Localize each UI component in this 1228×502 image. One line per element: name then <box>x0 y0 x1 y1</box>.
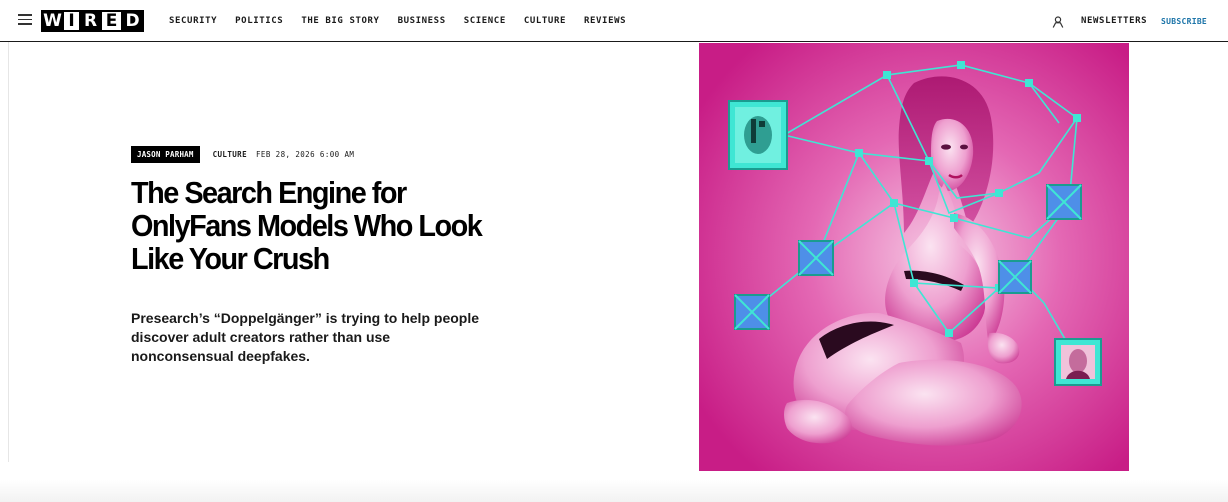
nav-item-science[interactable]: SCIENCE <box>464 16 506 26</box>
portrait-tile-top-left <box>728 100 788 170</box>
publish-date: FEB 28, 2026 6:00 AM <box>256 150 355 159</box>
nav-item-culture[interactable]: CULTURE <box>524 16 566 26</box>
section-rubric[interactable]: CULTURE <box>213 150 247 159</box>
logo-letter: R <box>79 10 102 32</box>
site-header: W I R E D SECURITY POLITICS THE BIG STOR… <box>0 0 1228 42</box>
logo-letter: E <box>100 10 123 32</box>
nav-item-the-big-story[interactable]: THE BIG STORY <box>301 16 379 26</box>
wired-logo[interactable]: W I R E D <box>41 10 144 32</box>
article-meta: JASON PARHAM CULTURE FEB 28, 2026 6:00 A… <box>131 146 354 163</box>
hamburger-menu-icon[interactable] <box>18 13 32 25</box>
main-nav: SECURITY POLITICS THE BIG STORY BUSINESS… <box>169 16 626 26</box>
newsletters-link[interactable]: NEWSLETTERS <box>1081 16 1147 26</box>
article-page: W I R E D SECURITY POLITICS THE BIG STOR… <box>0 0 1228 502</box>
nav-item-business[interactable]: BUSINESS <box>398 16 446 26</box>
nav-item-politics[interactable]: POLITICS <box>235 16 283 26</box>
logo-letter: D <box>121 10 144 32</box>
nav-item-security[interactable]: SECURITY <box>169 16 217 26</box>
page-bottom-shadow <box>0 480 1228 502</box>
nav-item-reviews[interactable]: REVIEWS <box>584 16 626 26</box>
lead-illustration[interactable] <box>699 43 1129 471</box>
article-dek: Presearch’s “Doppelgänger” is trying to … <box>131 310 480 364</box>
logo-letter: W <box>41 10 64 32</box>
portrait-tile-bottom-right <box>1054 338 1102 386</box>
page-divider <box>8 42 9 462</box>
author-byline[interactable]: JASON PARHAM <box>131 146 200 163</box>
subscribe-link[interactable]: SUBSCRIBE <box>1161 17 1207 26</box>
account-icon[interactable] <box>1052 15 1064 28</box>
article-headline: The Search Engine for OnlyFans Models Wh… <box>131 175 483 276</box>
